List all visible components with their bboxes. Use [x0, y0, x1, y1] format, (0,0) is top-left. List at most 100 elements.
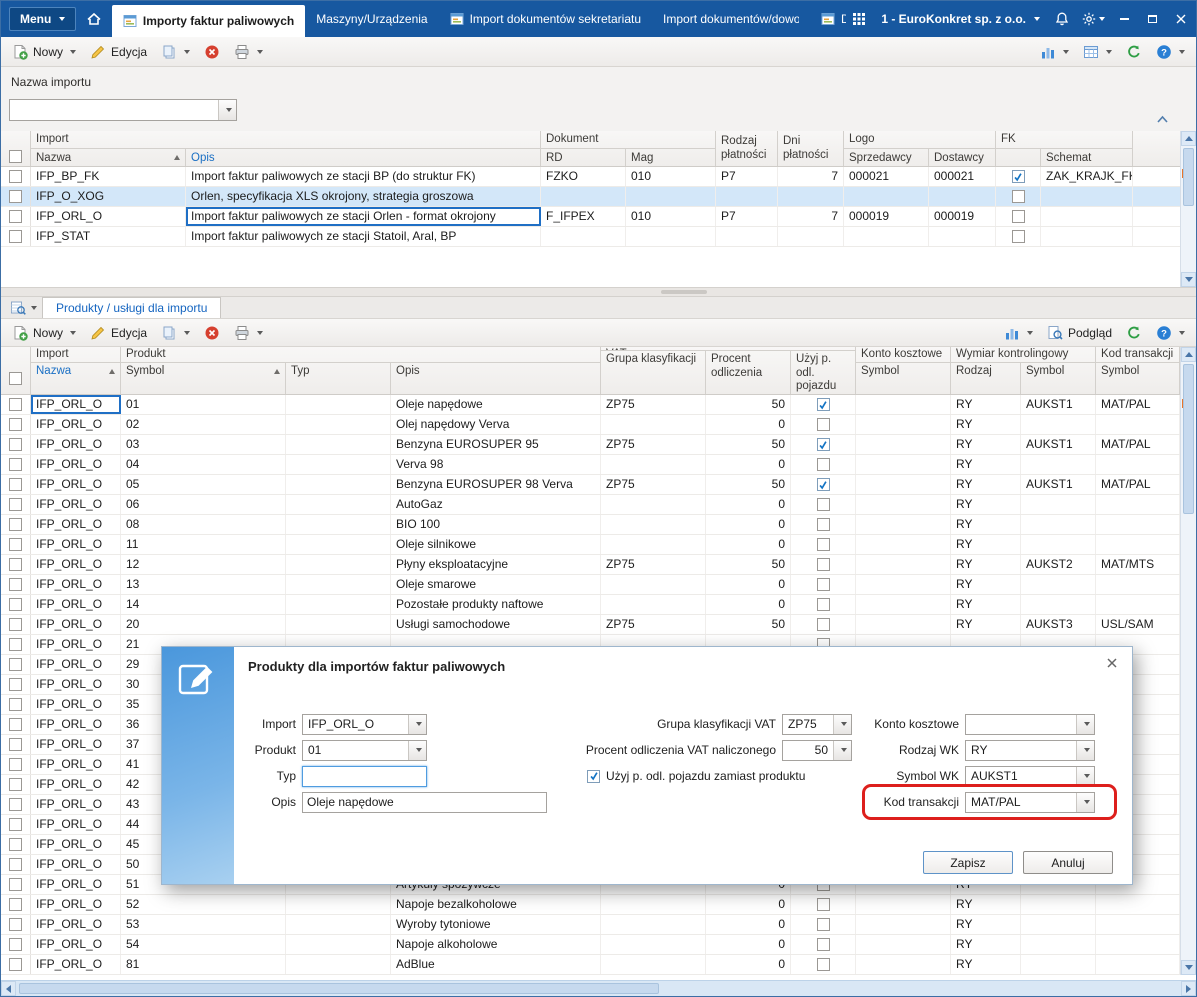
cell-sprzedawcy[interactable]: [844, 187, 929, 206]
cell-uzyj[interactable]: [791, 915, 856, 934]
column-group-import[interactable]: Import: [31, 347, 121, 363]
column-header-rodzaj[interactable]: Rodzaj: [951, 363, 1021, 394]
cell-procent[interactable]: 0: [706, 915, 791, 934]
cell-nazwa[interactable]: IFP_ORL_O: [31, 775, 121, 794]
cell-kod-symbol[interactable]: [1096, 535, 1180, 554]
tab-maszyny-urz-dzenia[interactable]: Maszyny/Urządzenia: [305, 1, 438, 37]
settings-button[interactable]: [1076, 6, 1110, 32]
cell-grupa[interactable]: [601, 595, 706, 614]
row-select-checkbox[interactable]: [9, 618, 22, 631]
cell-procent[interactable]: 0: [706, 535, 791, 554]
table-row[interactable]: IFP_ORL_O 11 Oleje silnikowe 0 RY: [1, 535, 1180, 555]
cell-uzyj[interactable]: [791, 475, 856, 494]
uzyj-checkbox[interactable]: [816, 538, 830, 551]
help-button[interactable]: ?: [1150, 321, 1191, 345]
cell-symbol[interactable]: 11: [121, 535, 286, 554]
cell-row-select[interactable]: [1, 815, 31, 834]
column-header-wymiar-symbol[interactable]: Symbol: [1021, 363, 1096, 394]
notifications-button[interactable]: [1049, 6, 1075, 32]
row-select-checkbox[interactable]: [9, 798, 22, 811]
scroll-right-button[interactable]: [1181, 981, 1196, 996]
column-header-uzyj[interactable]: Użyj p. odl. pojazdu: [791, 351, 856, 394]
cell-typ[interactable]: [286, 935, 391, 954]
cell-nazwa[interactable]: IFP_BP_FK: [31, 167, 186, 186]
cell-sprzedawcy[interactable]: 000019: [844, 207, 929, 226]
cell-nazwa[interactable]: IFP_ORL_O: [31, 835, 121, 854]
table-row[interactable]: IFP_ORL_O 05 Benzyna EUROSUPER 98 Verva ZP7…: [1, 475, 1180, 495]
kod-transakcji-combo[interactable]: MAT/PAL: [965, 791, 1095, 813]
row-select-checkbox[interactable]: [9, 878, 22, 891]
fk-checkbox[interactable]: [1011, 230, 1025, 243]
cell-typ[interactable]: [286, 555, 391, 574]
table-row[interactable]: IFP_ORL_O 01 Oleje napędowe ZP75 50 RY AUKST1 M…: [1, 395, 1180, 415]
cell-uzyj[interactable]: [791, 895, 856, 914]
cell-opis[interactable]: Import faktur paliwowych ze stacji Stato…: [186, 227, 541, 246]
cell-wymiar-symbol[interactable]: AUKST1: [1021, 475, 1096, 494]
cell-konto-symbol[interactable]: [856, 435, 951, 454]
chart-button[interactable]: [1034, 40, 1075, 64]
cell-konto-symbol[interactable]: [856, 955, 951, 974]
cell-nazwa[interactable]: IFP_ORL_O: [31, 475, 121, 494]
cell-kod-symbol[interactable]: MAT/MTS: [1096, 555, 1180, 574]
table-row[interactable]: IFP_ORL_O 02 Olej napędowy Verva 0 RY: [1, 415, 1180, 435]
cell-row-select[interactable]: [1, 615, 31, 634]
cell-uzyj[interactable]: [791, 935, 856, 954]
column-header-rodzaj-platnosci[interactable]: Rodzaj płatności: [716, 131, 778, 166]
cell-typ[interactable]: [286, 915, 391, 934]
cell-procent[interactable]: 0: [706, 935, 791, 954]
cell-kod-symbol[interactable]: MAT/PAL: [1096, 435, 1180, 454]
cell-grupa[interactable]: ZP75: [601, 395, 706, 414]
row-select-checkbox[interactable]: [9, 458, 22, 471]
cell-schemat[interactable]: [1041, 227, 1133, 246]
cell-grupa[interactable]: ZP75: [601, 475, 706, 494]
cell-konto-symbol[interactable]: [856, 595, 951, 614]
cell-typ[interactable]: [286, 535, 391, 554]
row-select-checkbox[interactable]: [9, 718, 22, 731]
row-select-checkbox[interactable]: [9, 478, 22, 491]
table-row[interactable]: IFP_ORL_O 53 Wyroby tytoniowe 0 RY: [1, 915, 1180, 935]
cell-row-select[interactable]: [1, 167, 31, 186]
cell-row-select[interactable]: [1, 415, 31, 434]
combo-arrow[interactable]: [408, 714, 426, 734]
cell-opis[interactable]: Import faktur paliwowych ze stacji BP (d…: [186, 167, 541, 186]
cell-opis[interactable]: Benzyna EUROSUPER 95: [391, 435, 601, 454]
cell-dostawcy[interactable]: 000019: [929, 207, 996, 226]
cell-dostawcy[interactable]: [929, 227, 996, 246]
uzyj-checkbox[interactable]: [816, 938, 830, 951]
combo-arrow[interactable]: [1076, 766, 1094, 786]
cell-row-select[interactable]: [1, 495, 31, 514]
cell-konto-symbol[interactable]: [856, 535, 951, 554]
cell-typ[interactable]: [286, 455, 391, 474]
row-select-checkbox[interactable]: [9, 398, 22, 411]
cell-row-select[interactable]: [1, 475, 31, 494]
cell-opis[interactable]: Benzyna EUROSUPER 98 Verva: [391, 475, 601, 494]
cell-konto-symbol[interactable]: [856, 555, 951, 574]
row-select-checkbox[interactable]: [9, 938, 22, 951]
collapse-panel-button[interactable]: [1155, 113, 1170, 127]
cell-kod-symbol[interactable]: [1096, 895, 1180, 914]
minimize-button[interactable]: [1111, 6, 1138, 33]
column-group-produkt[interactable]: Produkt: [121, 347, 601, 363]
cell-uzyj[interactable]: [791, 575, 856, 594]
cell-typ[interactable]: [286, 415, 391, 434]
cancel-button[interactable]: Anuluj: [1023, 851, 1113, 874]
scroll-down-button[interactable]: [1181, 272, 1196, 287]
cell-dni-platnosci[interactable]: 7: [778, 207, 844, 226]
cell-symbol[interactable]: 20: [121, 615, 286, 634]
cell-konto-symbol[interactable]: [856, 915, 951, 934]
table-row[interactable]: IFP_ORL_O 14 Pozostałe produkty naftowe 0 RY: [1, 595, 1180, 615]
cell-uzyj[interactable]: [791, 955, 856, 974]
cell-kod-symbol[interactable]: [1096, 415, 1180, 434]
cell-wymiar-symbol[interactable]: [1021, 535, 1096, 554]
cell-opis[interactable]: Napoje alkoholowe: [391, 935, 601, 954]
cell-grupa[interactable]: [601, 915, 706, 934]
cell-row-select[interactable]: [1, 695, 31, 714]
cell-typ[interactable]: [286, 595, 391, 614]
cell-rd[interactable]: F_IFPEX: [541, 207, 626, 226]
cell-nazwa[interactable]: IFP_ORL_O: [31, 555, 121, 574]
cell-opis[interactable]: AutoGaz: [391, 495, 601, 514]
cell-opis[interactable]: AdBlue: [391, 955, 601, 974]
cell-nazwa[interactable]: IFP_ORL_O: [31, 735, 121, 754]
table-row[interactable]: IFP_ORL_O 04 Verva 98 0 RY: [1, 455, 1180, 475]
cell-nazwa[interactable]: IFP_ORL_O: [31, 207, 186, 226]
